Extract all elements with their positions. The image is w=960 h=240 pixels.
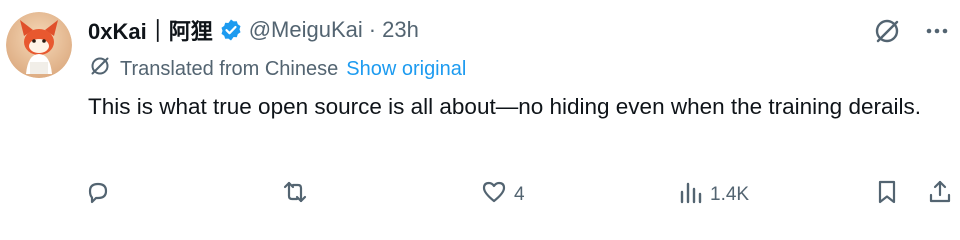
share-button[interactable] xyxy=(926,178,954,212)
reply-button[interactable] xyxy=(84,178,112,212)
translation-label: Translated from Chinese xyxy=(120,57,339,80)
reply-icon xyxy=(84,178,112,212)
timestamp[interactable]: 23h xyxy=(382,17,419,43)
bookmark-icon xyxy=(874,178,900,212)
share-icon xyxy=(926,178,954,212)
heart-icon xyxy=(480,178,508,212)
tweet-header: 0xKai｜阿狸 @MeiguKai · 23h xyxy=(88,14,419,46)
retweet-icon xyxy=(280,178,310,212)
tweet-top-actions xyxy=(870,14,950,53)
display-name[interactable]: 0xKai｜阿狸 xyxy=(88,14,213,46)
like-count: 4 xyxy=(514,184,525,205)
avatar[interactable] xyxy=(6,12,72,78)
retweet-button[interactable] xyxy=(280,178,310,212)
bookmark-button[interactable] xyxy=(874,178,900,212)
more-icon[interactable] xyxy=(924,18,950,49)
views-icon xyxy=(678,178,704,212)
tweet-text: This is what true open source is all abo… xyxy=(88,94,921,119)
translate-icon[interactable] xyxy=(870,14,904,53)
views-count: 1.4K xyxy=(710,184,750,205)
handle[interactable]: @MeiguKai xyxy=(249,17,363,43)
translate-icon xyxy=(88,54,112,84)
like-button[interactable]: 4 xyxy=(480,178,525,212)
separator: · xyxy=(368,17,377,42)
translation-notice: Translated from Chinese Show original xyxy=(88,54,466,84)
show-original-link[interactable]: Show original xyxy=(346,58,466,81)
action-bar: 4 1.4K xyxy=(84,174,960,214)
verified-badge-icon xyxy=(219,18,243,42)
avatar-image xyxy=(6,12,72,78)
views-button[interactable]: 1.4K xyxy=(678,178,749,212)
